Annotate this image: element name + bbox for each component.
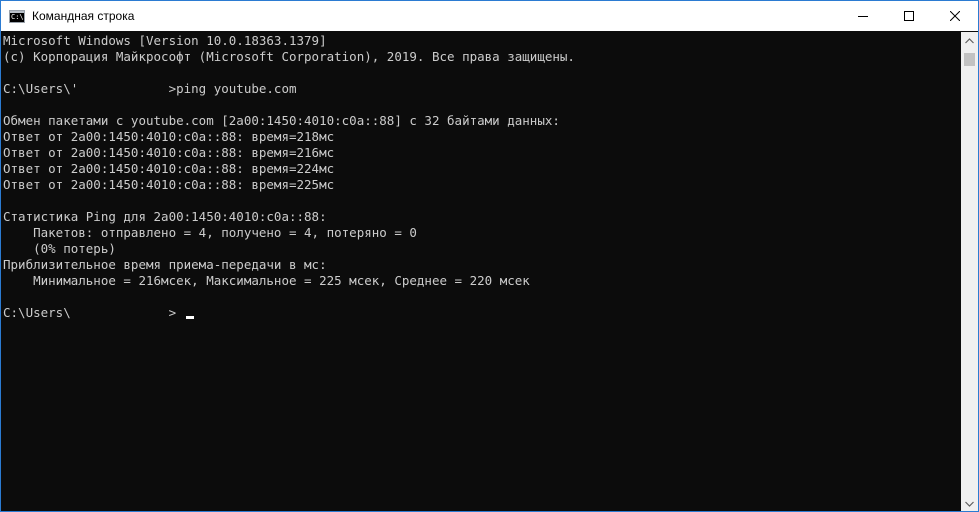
console-prompt-line: C:\Users\ > [3,305,177,320]
console-line: Ответ от 2a00:1450:4010:c0a::88: время=2… [3,129,335,144]
console-line: Статистика Ping для 2a00:1450:4010:c0a::… [3,209,327,224]
cmd-icon-prompt: C:\ [11,12,24,21]
title-bar[interactable]: C:\ Командная строка [1,1,978,31]
maximize-button[interactable] [886,1,932,31]
console-line: Приблизительное время приема-передачи в … [3,257,327,272]
scroll-up-button[interactable] [961,32,978,49]
window-controls [840,1,978,31]
close-icon [950,11,960,21]
chevron-up-icon [965,37,974,43]
minimize-icon [858,16,868,17]
cmd-icon[interactable]: C:\ [9,9,25,23]
minimize-button[interactable] [840,1,886,31]
console-line: (0% потерь) [3,241,116,256]
close-button[interactable] [932,1,978,31]
window-title: Командная строка [32,9,135,23]
console-output[interactable]: Microsoft Windows [Version 10.0.18363.13… [1,32,961,511]
console-line: C:\Users\' >ping youtube.com [3,81,297,96]
cmd-window: C:\ Командная строка Microsoft Windows [… [0,0,979,512]
scrollbar-thumb[interactable] [964,53,975,66]
console-line: Microsoft Windows [Version 10.0.18363.13… [3,33,327,48]
console-line: Пакетов: отправлено = 4, получено = 4, п… [3,225,417,240]
console-line: Ответ от 2a00:1450:4010:c0a::88: время=2… [3,161,335,176]
vertical-scrollbar[interactable] [961,32,978,511]
console-line: Минимальное = 216мсек, Максимальное = 22… [3,273,530,288]
console-line: (c) Корпорация Майкрософт (Microsoft Cor… [3,49,575,64]
console-line: Обмен пакетами с youtube.com [2a00:1450:… [3,113,560,128]
chevron-down-icon [965,501,974,507]
scroll-down-button[interactable] [961,495,978,511]
text-cursor [186,316,194,319]
maximize-icon [904,11,914,21]
console-line: Ответ от 2a00:1450:4010:c0a::88: время=2… [3,145,335,160]
console-line: Ответ от 2a00:1450:4010:c0a::88: время=2… [3,177,335,192]
